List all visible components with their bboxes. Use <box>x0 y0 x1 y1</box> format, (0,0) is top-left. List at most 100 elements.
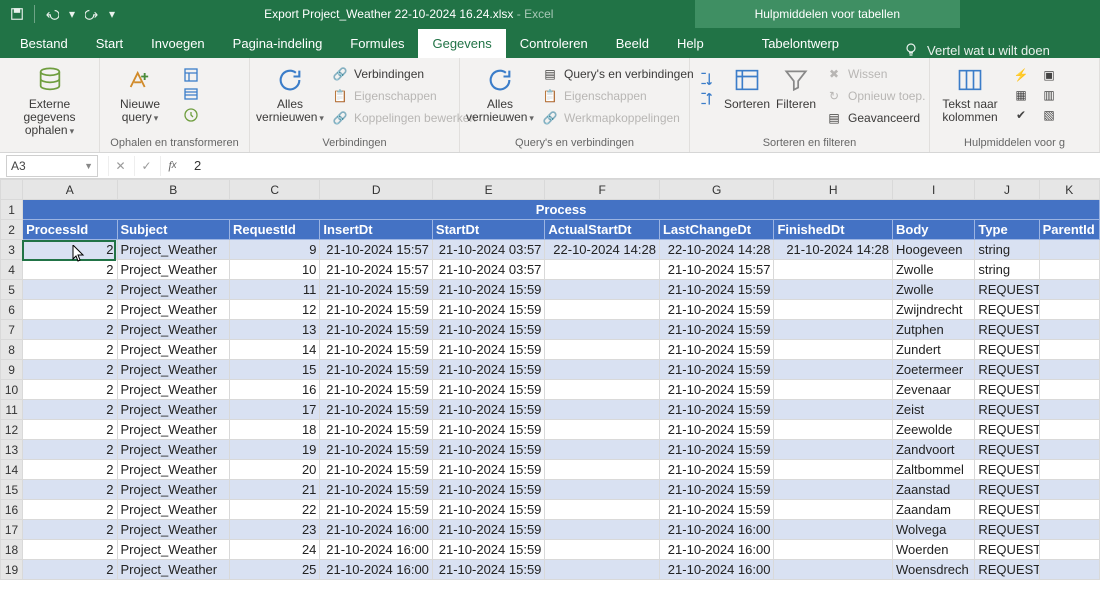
cell[interactable]: Project_Weather <box>117 540 230 560</box>
cell[interactable]: 24 <box>230 540 320 560</box>
cell[interactable]: 21-10-2024 15:59 <box>432 560 545 580</box>
cell[interactable]: 21-10-2024 03:57 <box>432 260 545 280</box>
row-header[interactable]: 5 <box>1 280 23 300</box>
cell[interactable]: 21-10-2024 15:59 <box>432 380 545 400</box>
name-box[interactable]: A3▼ <box>6 155 98 177</box>
cell[interactable]: 21-10-2024 15:59 <box>659 420 774 440</box>
table-row[interactable]: 92Project_Weather1521-10-2024 15:5921-10… <box>1 360 1100 380</box>
tab-help[interactable]: Help <box>663 29 718 58</box>
cell[interactable]: 18 <box>230 420 320 440</box>
row-header[interactable]: 6 <box>1 300 23 320</box>
table-row[interactable]: 162Project_Weather2221-10-2024 15:5921-1… <box>1 500 1100 520</box>
remove-dup-icon[interactable]: ▦ <box>1012 86 1030 104</box>
col-K[interactable]: K <box>1039 180 1099 200</box>
undo-dropdown-icon[interactable]: ▾ <box>67 3 77 25</box>
col-F[interactable]: F <box>545 180 660 200</box>
cell[interactable] <box>545 280 660 300</box>
col-E[interactable]: E <box>432 180 545 200</box>
recent-sources-icon[interactable] <box>182 106 200 124</box>
enter-icon[interactable]: ✓ <box>134 156 158 176</box>
row-header[interactable]: 3 <box>1 240 23 260</box>
tab-beeld[interactable]: Beeld <box>602 29 663 58</box>
cell[interactable] <box>1039 240 1099 260</box>
col-J[interactable]: J <box>975 180 1039 200</box>
queries-connections-button[interactable]: ▤Query's en verbindingen <box>538 64 698 84</box>
cell[interactable]: REQUEST <box>975 300 1039 320</box>
cell[interactable] <box>1039 440 1099 460</box>
cell[interactable]: 21-10-2024 15:59 <box>432 420 545 440</box>
cell[interactable]: 21-10-2024 15:59 <box>659 500 774 520</box>
table-row[interactable]: 72Project_Weather1321-10-2024 15:5921-10… <box>1 320 1100 340</box>
cell[interactable]: 21-10-2024 15:59 <box>320 420 433 440</box>
undo-icon[interactable] <box>41 3 63 25</box>
cell[interactable]: Zwolle <box>892 260 974 280</box>
cell[interactable] <box>1039 420 1099 440</box>
cell[interactable] <box>545 560 660 580</box>
cell[interactable]: 10 <box>230 260 320 280</box>
redo-icon[interactable] <box>81 3 103 25</box>
cell[interactable] <box>1039 500 1099 520</box>
cell[interactable]: Project_Weather <box>117 520 230 540</box>
cell[interactable]: 21-10-2024 16:00 <box>320 540 433 560</box>
cell[interactable] <box>545 340 660 360</box>
cell[interactable]: 21-10-2024 15:59 <box>432 300 545 320</box>
cell[interactable]: 21-10-2024 15:59 <box>432 340 545 360</box>
cell[interactable]: 2 <box>23 500 117 520</box>
formula-input[interactable] <box>190 155 1100 177</box>
cell[interactable]: 21-10-2024 16:00 <box>659 560 774 580</box>
cell[interactable]: 2 <box>23 480 117 500</box>
cell[interactable]: 22-10-2024 14:28 <box>659 240 774 260</box>
row-header[interactable]: 11 <box>1 400 23 420</box>
cell[interactable]: Project_Weather <box>117 240 230 260</box>
tell-me[interactable]: Vertel wat u wilt doen <box>903 42 1050 58</box>
row-header[interactable]: 10 <box>1 380 23 400</box>
from-table-icon[interactable] <box>182 86 200 104</box>
col-B[interactable]: B <box>117 180 230 200</box>
cell[interactable]: REQUEST <box>975 480 1039 500</box>
cell[interactable] <box>1039 560 1099 580</box>
table-row[interactable]: 142Project_Weather2021-10-2024 15:5921-1… <box>1 460 1100 480</box>
cell[interactable] <box>545 320 660 340</box>
cell[interactable]: 21-10-2024 15:59 <box>320 300 433 320</box>
col-D[interactable]: D <box>320 180 433 200</box>
cell[interactable]: REQUEST <box>975 380 1039 400</box>
cell[interactable]: 25 <box>230 560 320 580</box>
table-row[interactable]: 62Project_Weather1221-10-2024 15:5921-10… <box>1 300 1100 320</box>
cell[interactable]: 21-10-2024 15:59 <box>659 440 774 460</box>
table-row[interactable]: 192Project_Weather2521-10-2024 16:0021-1… <box>1 560 1100 580</box>
cell[interactable]: Project_Weather <box>117 560 230 580</box>
sort-asc-icon[interactable] <box>698 70 716 88</box>
cell[interactable] <box>774 260 893 280</box>
data-validation-icon[interactable]: ✔ <box>1012 106 1030 124</box>
cell[interactable]: 21-10-2024 15:59 <box>432 320 545 340</box>
row-header[interactable]: 2 <box>1 220 23 240</box>
row-header[interactable]: 1 <box>1 200 23 220</box>
cell[interactable]: 21-10-2024 03:57 <box>432 240 545 260</box>
table-row[interactable]: 2ProcessIdSubjectRequestIdInsertDtStartD… <box>1 220 1100 240</box>
row-header[interactable]: 13 <box>1 440 23 460</box>
cell[interactable]: REQUEST <box>975 360 1039 380</box>
cell[interactable]: string <box>975 240 1039 260</box>
cell[interactable]: Project_Weather <box>117 400 230 420</box>
cell[interactable] <box>545 460 660 480</box>
table-row[interactable]: 32Project_Weather921-10-2024 15:5721-10-… <box>1 240 1100 260</box>
cell[interactable] <box>1039 480 1099 500</box>
cell[interactable]: 21-10-2024 16:00 <box>659 540 774 560</box>
cell[interactable]: 21-10-2024 14:28 <box>774 240 893 260</box>
cell[interactable]: 21-10-2024 15:59 <box>320 360 433 380</box>
sort-button[interactable]: Sorteren <box>724 62 770 111</box>
cell[interactable]: 2 <box>23 280 117 300</box>
cell[interactable] <box>774 360 893 380</box>
cell[interactable]: 22-10-2024 14:28 <box>545 240 660 260</box>
cell[interactable]: 21-10-2024 16:00 <box>320 560 433 580</box>
col-A[interactable]: A <box>23 180 117 200</box>
tab-tabelontwerp[interactable]: Tabelontwerp <box>748 29 853 58</box>
cell[interactable] <box>1039 380 1099 400</box>
cell[interactable]: REQUEST <box>975 420 1039 440</box>
cancel-icon[interactable]: ✕ <box>108 156 132 176</box>
cell[interactable]: 21-10-2024 15:59 <box>320 460 433 480</box>
cell[interactable]: 21-10-2024 15:59 <box>320 440 433 460</box>
cell[interactable] <box>774 520 893 540</box>
row-header[interactable]: 8 <box>1 340 23 360</box>
cell[interactable]: 21-10-2024 16:00 <box>659 520 774 540</box>
